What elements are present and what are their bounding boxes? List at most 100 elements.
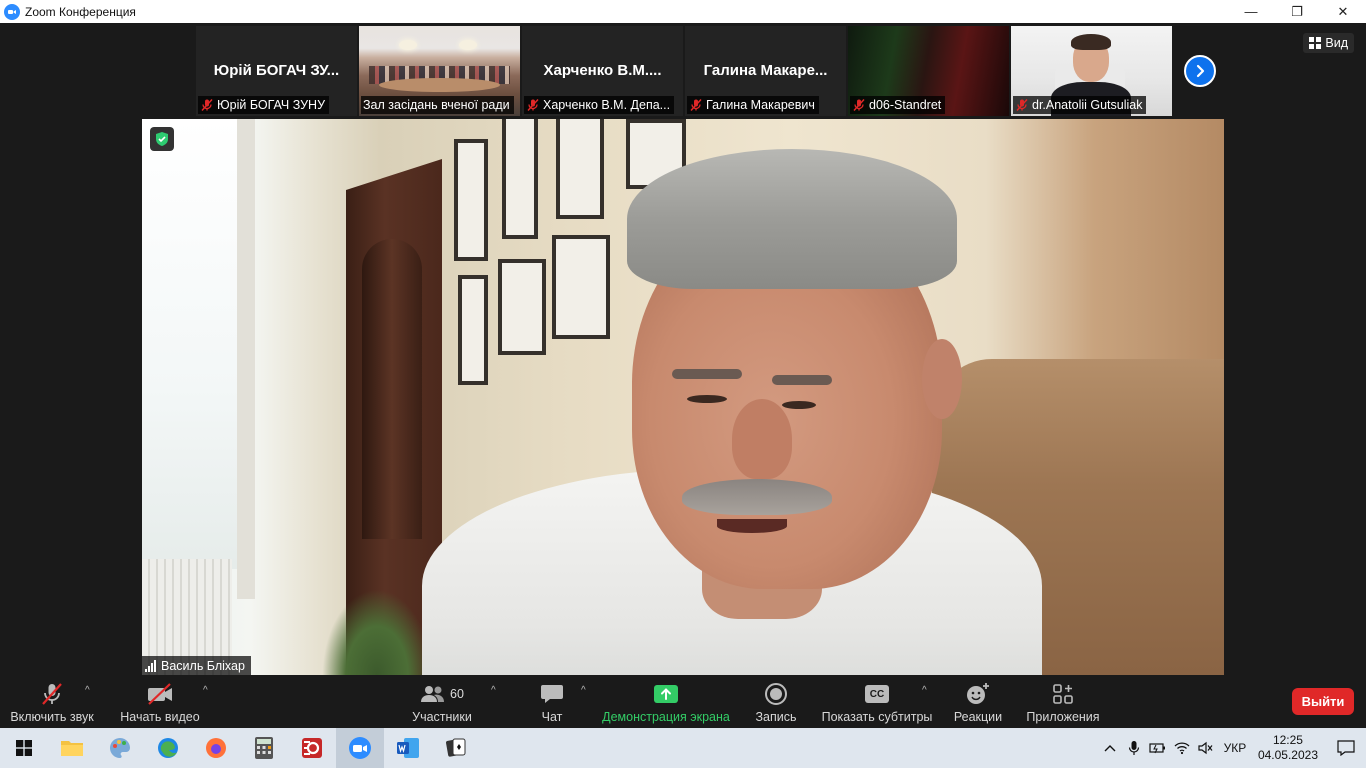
- participant-caption-text: Харченко В.М. Депа...: [543, 98, 671, 112]
- participant-caption-text: d06-Standret: [869, 98, 942, 112]
- zoom-app-icon: [4, 3, 20, 20]
- notification-icon: [1337, 740, 1355, 756]
- firefox-icon: [206, 738, 226, 758]
- mic-muted-icon: [1016, 98, 1028, 112]
- show-captions-button[interactable]: CC Показать субтитры: [820, 678, 934, 728]
- participant-tile[interactable]: Галина Макаре... Галина Макаревич: [685, 26, 846, 116]
- unmute-label: Включить звук: [10, 710, 94, 724]
- mic-off-icon: [42, 683, 62, 705]
- record-icon: [765, 683, 787, 705]
- tray-microphone[interactable]: [1122, 728, 1146, 768]
- app-red-icon: [302, 738, 322, 758]
- microphone-icon: [1128, 741, 1140, 755]
- mic-muted-icon: [690, 98, 702, 112]
- video-options-caret[interactable]: ^: [203, 685, 208, 696]
- edge-browser-icon: [158, 738, 178, 758]
- video-off-icon: [148, 683, 172, 705]
- participant-caption: dr.Anatolii Gutsuliak: [1013, 96, 1147, 114]
- taskbar-calculator[interactable]: [240, 728, 288, 768]
- volume-muted-icon: [1198, 741, 1213, 755]
- next-page-button[interactable]: [1184, 55, 1216, 87]
- taskbar-solitaire[interactable]: [432, 728, 480, 768]
- participant-caption: Харченко В.М. Депа...: [524, 96, 675, 114]
- participant-tile[interactable]: Зал засідань вченої ради: [359, 26, 520, 116]
- taskbar-zoom[interactable]: [336, 728, 384, 768]
- system-tray: УКР 12:25 04.05.2023: [1098, 728, 1366, 768]
- taskbar-word[interactable]: [384, 728, 432, 768]
- input-language[interactable]: УКР: [1218, 728, 1252, 768]
- chat-button[interactable]: Чат: [530, 678, 574, 728]
- participant-caption-text: Юрій БОГАЧ ЗУНУ: [217, 98, 326, 112]
- participant-display-name: Юрій БОГАЧ ЗУ...: [213, 62, 340, 79]
- taskbar-app-red[interactable]: [288, 728, 336, 768]
- participant-caption: d06-Standret: [850, 96, 946, 114]
- participant-caption: Зал засідань вченої ради: [361, 96, 514, 114]
- apps-button[interactable]: Приложения: [1022, 678, 1104, 728]
- speaker-name-label: Василь Бліхар: [142, 656, 251, 675]
- zoom-app-icon: [349, 737, 371, 759]
- participants-options-caret[interactable]: ^: [491, 685, 496, 696]
- chevron-right-icon: [1196, 64, 1205, 78]
- show-hidden-icons-button[interactable]: [1098, 728, 1122, 768]
- chat-label: Чат: [541, 710, 563, 724]
- clock-date: 04.05.2023: [1257, 748, 1318, 762]
- share-screen-button[interactable]: Демонстрация экрана: [600, 678, 732, 728]
- taskbar-file-explorer[interactable]: [48, 728, 96, 768]
- tray-network[interactable]: [1170, 728, 1194, 768]
- folder-icon: [61, 741, 83, 756]
- cards-icon: [446, 738, 466, 757]
- participant-caption-text: Галина Макаревич: [706, 98, 815, 112]
- thumbnail-strip: Юрій БОГАЧ ЗУ... Юрій БОГАЧ ЗУНУ Зал зас…: [196, 26, 1172, 116]
- restore-button[interactable]: ❐: [1274, 0, 1320, 23]
- chat-options-caret[interactable]: ^: [581, 685, 586, 696]
- signal-strength-icon: [145, 659, 156, 672]
- word-icon: [397, 738, 419, 758]
- leave-button[interactable]: Выйти: [1292, 688, 1354, 715]
- participant-display-name: Галина Макаре...: [703, 62, 828, 79]
- reactions-icon: [967, 683, 989, 704]
- participant-display-name: Харченко В.М....: [543, 62, 662, 79]
- grid-icon: [1309, 37, 1322, 49]
- audio-options-caret[interactable]: ^: [85, 685, 90, 696]
- captions-options-caret[interactable]: ^: [922, 685, 927, 696]
- taskbar-clock[interactable]: 12:25 04.05.2023: [1258, 733, 1318, 763]
- record-button[interactable]: Запись: [750, 678, 802, 728]
- close-button[interactable]: ✕: [1320, 0, 1366, 23]
- share-screen-icon: [654, 685, 678, 703]
- captions-icon: CC: [865, 685, 889, 703]
- view-button[interactable]: Вид: [1303, 33, 1354, 53]
- security-shield-icon[interactable]: [150, 127, 174, 151]
- taskbar-edge[interactable]: [144, 728, 192, 768]
- minimize-button[interactable]: —: [1228, 0, 1274, 23]
- battery-plug-icon: [1149, 743, 1165, 754]
- reactions-label: Реакции: [953, 710, 1003, 724]
- start-video-button[interactable]: Начать видео: [118, 678, 202, 728]
- participant-caption-text: dr.Anatolii Gutsuliak: [1032, 98, 1143, 112]
- participant-caption-text: Зал засідань вченої ради: [363, 98, 510, 112]
- participant-caption: Галина Макаревич: [687, 96, 819, 114]
- reactions-button[interactable]: Реакции: [950, 678, 1006, 728]
- participants-count: 60: [450, 687, 464, 701]
- participants-button[interactable]: 60 Участники: [410, 678, 474, 728]
- share-screen-label: Демонстрация экрана: [602, 710, 730, 724]
- participant-tile[interactable]: d06-Standret: [848, 26, 1009, 116]
- taskbar-paint[interactable]: [96, 728, 144, 768]
- participant-tile[interactable]: dr.Anatolii Gutsuliak: [1011, 26, 1172, 116]
- participants-icon: [421, 686, 445, 702]
- tray-volume[interactable]: [1194, 728, 1218, 768]
- participant-tile[interactable]: Харченко В.М.... Харченко В.М. Депа...: [522, 26, 683, 116]
- record-label: Запись: [755, 710, 797, 724]
- participants-label: Участники: [412, 710, 472, 724]
- taskbar-firefox[interactable]: [192, 728, 240, 768]
- tray-battery[interactable]: [1146, 728, 1170, 768]
- chevron-up-icon: [1104, 745, 1116, 752]
- apps-label: Приложения: [1026, 710, 1100, 724]
- meeting-stage: Юрій БОГАЧ ЗУ... Юрій БОГАЧ ЗУНУ Зал зас…: [0, 23, 1366, 678]
- participant-tile[interactable]: Юрій БОГАЧ ЗУ... Юрій БОГАЧ ЗУНУ: [196, 26, 357, 116]
- mic-muted-icon: [201, 98, 213, 112]
- view-button-label: Вид: [1325, 36, 1348, 50]
- start-button[interactable]: [0, 728, 48, 768]
- window-title: Zoom Конференция: [25, 4, 136, 19]
- notifications-button[interactable]: [1326, 728, 1366, 768]
- mic-muted-icon: [853, 98, 865, 112]
